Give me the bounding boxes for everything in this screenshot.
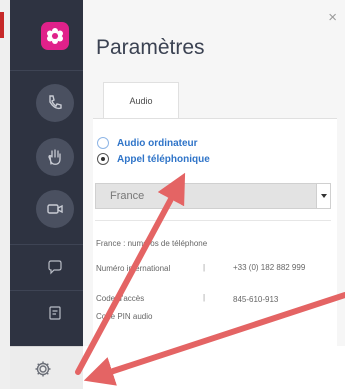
rail-divider — [10, 70, 83, 71]
radio-label: Appel téléphonique — [117, 153, 210, 165]
close-icon[interactable]: × — [328, 10, 337, 25]
phone-button[interactable] — [36, 84, 74, 122]
settings-area — [10, 346, 83, 389]
settings-panel: × Paramètres Audio Audio ordinateur Appe… — [83, 0, 345, 346]
info-separator: | — [203, 263, 206, 272]
tab-audio[interactable]: Audio — [103, 82, 179, 118]
notes-icon — [49, 306, 61, 320]
info-label: Code d'accès — [96, 294, 145, 303]
gear-icon — [35, 361, 51, 377]
app-window: × Paramètres Audio Audio ordinateur Appe… — [0, 0, 345, 389]
radio-label: Audio ordinateur — [117, 137, 198, 149]
rail-divider — [10, 290, 83, 291]
info-label: Code PIN audio — [96, 312, 153, 321]
info-value: +33 (0) 182 882 999 — [233, 263, 306, 272]
section-divider — [95, 220, 331, 221]
info-value: 845-610-913 — [233, 295, 279, 304]
chevron-down-icon — [320, 194, 327, 198]
panel-title: Paramètres — [96, 36, 205, 59]
radio-button-selected[interactable] — [97, 153, 109, 165]
info-label: Numéro international — [96, 264, 171, 273]
radio-computer-audio[interactable]: Audio ordinateur — [97, 137, 198, 149]
rail-divider — [10, 244, 83, 245]
info-separator: | — [203, 293, 206, 302]
country-select-value: France — [110, 190, 145, 202]
audio-settings-content: Audio ordinateur Appel téléphonique Fran… — [93, 118, 337, 346]
red-accent — [0, 12, 4, 38]
chat-button[interactable] — [44, 256, 66, 278]
dial-in-heading: France : numéros de téléphone — [96, 239, 208, 248]
left-edge — [0, 0, 10, 389]
tab-label: Audio — [129, 95, 153, 106]
settings-button[interactable] — [32, 358, 54, 380]
video-camera-icon — [47, 204, 63, 214]
radio-button[interactable] — [97, 137, 109, 149]
app-logo-icon — [41, 22, 69, 50]
radio-phone-call[interactable]: Appel téléphonique — [97, 153, 210, 165]
notes-button[interactable] — [44, 302, 66, 324]
chat-icon — [48, 260, 62, 275]
raise-hand-icon — [48, 149, 61, 165]
dropdown-button[interactable] — [316, 184, 330, 208]
country-select[interactable]: France — [95, 183, 331, 209]
video-button[interactable] — [36, 190, 74, 228]
phone-icon — [49, 95, 62, 110]
raise-hand-button[interactable] — [36, 138, 74, 176]
